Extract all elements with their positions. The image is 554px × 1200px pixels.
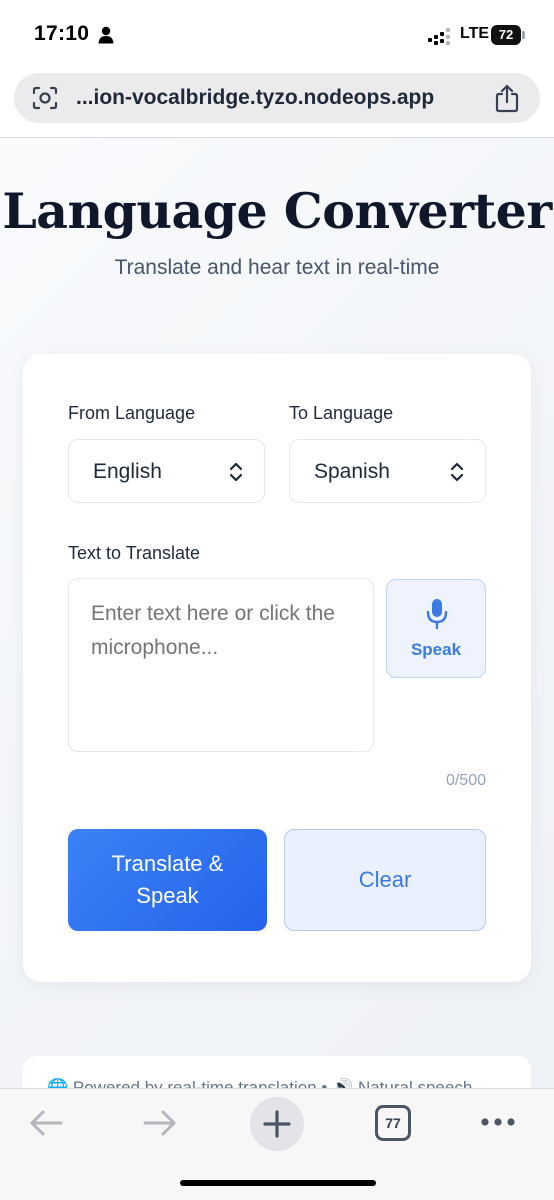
home-indicator	[180, 1180, 376, 1186]
translate-speak-button[interactable]: Translate & Speak	[68, 829, 267, 931]
network-label: LTE	[460, 25, 490, 42]
footer-card: 🌐 Powered by real-time translation • 🔊 N…	[23, 1056, 531, 1088]
url-text[interactable]: ...ion-vocalbridge.tyzo.nodeops.app	[76, 86, 494, 110]
chevron-updown-icon	[229, 462, 243, 482]
lens-icon[interactable]	[32, 86, 58, 110]
page: Language Converter Translate and hear te…	[0, 138, 554, 1088]
translate-speak-label: Translate & Speak	[111, 851, 224, 908]
new-tab-button[interactable]	[250, 1097, 304, 1151]
status-time: 17:10	[34, 22, 90, 45]
more-icon[interactable]	[480, 1115, 516, 1129]
back-arrow-icon[interactable]	[28, 1109, 64, 1137]
status-bar: 17:10 LTE 72	[0, 0, 554, 70]
person-icon	[98, 26, 114, 44]
to-language-label: To Language	[289, 403, 394, 423]
from-language-value: English	[93, 460, 162, 483]
to-language-value: Spanish	[314, 460, 390, 483]
microphone-icon	[426, 599, 448, 630]
tab-switcher-button[interactable]: 77	[375, 1105, 411, 1141]
plus-icon	[263, 1110, 291, 1138]
footer-text: 🌐 Powered by real-time translation • 🔊 N…	[47, 1078, 473, 1088]
battery-icon: 72	[491, 25, 525, 45]
from-language-label: From Language	[68, 403, 196, 423]
text-input[interactable]	[68, 578, 374, 752]
forward-arrow-icon[interactable]	[142, 1109, 178, 1137]
clear-button[interactable]: Clear	[284, 829, 486, 931]
page-subtitle: Translate and hear text in real-time	[114, 256, 440, 279]
from-language-select[interactable]: English	[68, 439, 265, 503]
share-icon[interactable]	[494, 83, 520, 113]
signal-icon	[428, 28, 450, 45]
speak-label: Speak	[410, 640, 462, 659]
chevron-updown-icon	[450, 462, 464, 482]
speak-button[interactable]: Speak	[386, 579, 486, 678]
address-bar[interactable]: ...ion-vocalbridge.tyzo.nodeops.app	[14, 73, 540, 123]
char-count: 0/500	[445, 772, 486, 789]
translator-card: From Language To Language English Spanis…	[23, 354, 531, 982]
to-language-select[interactable]: Spanish	[289, 439, 486, 503]
page-title: Language Converter	[2, 182, 552, 240]
text-to-translate-label: Text to Translate	[68, 543, 201, 563]
